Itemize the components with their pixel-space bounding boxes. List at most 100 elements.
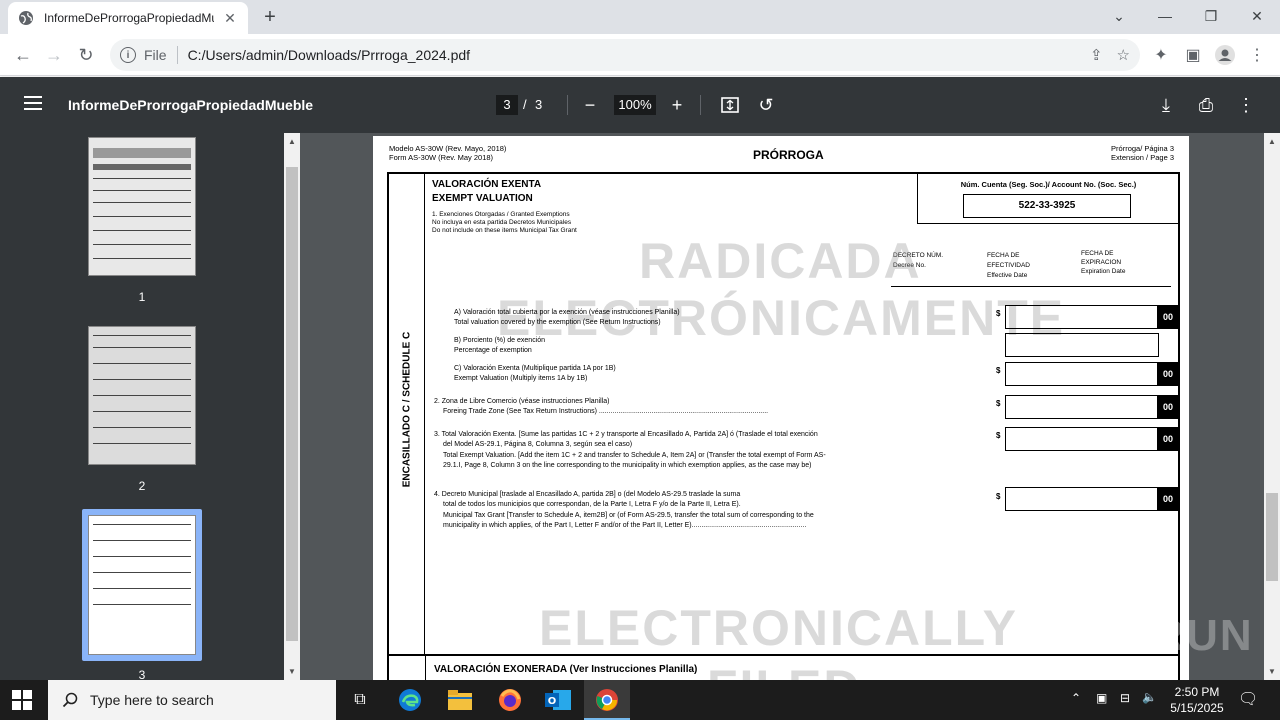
clock-time: 2:50 PM	[1174, 685, 1220, 699]
taskbar-clock[interactable]: 2:50 PM 5/15/2025	[1162, 684, 1232, 716]
page-thumbnail-3[interactable]	[88, 515, 196, 655]
tab-search-icon[interactable]: ⌄	[1096, 4, 1142, 28]
thumbnail-sidebar: 1 2 3	[0, 133, 284, 682]
account-box: Núm. Cuenta (Seg. Soc.)/ Account No. (So…	[917, 174, 1178, 224]
tab-close-icon[interactable]: ✕	[222, 10, 238, 27]
cents-4: 00	[1157, 487, 1179, 511]
page-label-en: Extension / Page 3	[1111, 153, 1174, 162]
cents-3: 00	[1157, 427, 1179, 451]
task-view-icon[interactable]: ⧉	[346, 686, 374, 714]
hamburger-menu-icon[interactable]	[24, 96, 42, 110]
sidebar-scrollbar[interactable]: ▲ ▼	[284, 133, 300, 680]
zoom-in-button[interactable]: +	[663, 91, 691, 119]
item-a-en: Total valuation covered by the exemption…	[454, 319, 661, 326]
col-eff-en: Effective Date	[987, 272, 1028, 279]
back-button[interactable]: ←	[12, 44, 34, 66]
item-b-en: Percentage of exemption	[454, 347, 532, 354]
share-icon[interactable]: ⇪	[1090, 46, 1103, 64]
url-divider	[176, 46, 178, 64]
item-a-es: A) Valoración total cubierta por la exen…	[454, 309, 680, 316]
zoom-out-button[interactable]: −	[576, 91, 604, 119]
item-3-line2: del Model AS-29.1, Página 8, Columna 3, …	[443, 441, 633, 448]
rotate-icon[interactable]: ↺	[752, 91, 780, 119]
section-note-2: No incluya en esta partida Decretos Muni…	[432, 219, 572, 226]
tab-title: InformeDeProrrogaPropiedadMueble	[44, 11, 214, 25]
file-explorer-icon[interactable]	[446, 686, 474, 714]
main-scrollbar[interactable]: ▲ ▼	[1264, 133, 1280, 680]
field-item-b[interactable]	[1005, 333, 1159, 357]
sidebar-scroll-thumb[interactable]	[286, 167, 298, 641]
svg-text:O: O	[548, 696, 557, 707]
field-item-2[interactable]	[1005, 395, 1179, 419]
pdf-viewer: 1 2 3 ▲ ▼ Modelo AS-30W (Rev. Mayo, 2018…	[0, 133, 1280, 696]
item-2-es: 2. Zona de Libre Comercio (véase instruc…	[434, 398, 610, 405]
search-placeholder: Type here to search	[90, 692, 214, 708]
address-bar[interactable]: i File C:/Users/admin/Downloads/Prrroga_…	[110, 39, 1140, 71]
windows-taskbar: Type here to search ⧉ O ⌃ ▣ ⊟ 🔈 2:50 PM …	[0, 680, 1280, 720]
reload-button[interactable]: ↻	[75, 44, 97, 66]
page-heading: PRÓRROGA	[753, 148, 824, 162]
info-icon[interactable]: i	[120, 47, 136, 63]
col-eff-es-1: FECHA DE	[987, 252, 1020, 259]
item-c-es: C) Valoración Exenta (Multiplique partid…	[454, 365, 616, 372]
tray-chevron-icon[interactable]: ⌃	[1071, 691, 1081, 705]
fit-page-icon[interactable]	[716, 91, 744, 119]
volume-icon[interactable]: 🔈	[1142, 690, 1157, 704]
edge-icon[interactable]	[396, 686, 424, 714]
search-icon	[62, 692, 78, 708]
zoom-input[interactable]: 100%	[614, 95, 656, 115]
watermark-electronicamente: ELECTRÓNICAMENTE	[497, 290, 1066, 346]
profile-avatar[interactable]	[1214, 44, 1236, 66]
forward-button[interactable]: →	[43, 44, 65, 66]
item-4-line3: Municipal Tax Grant [Transfer to Schedul…	[443, 512, 814, 519]
currency-4: $	[996, 492, 1001, 501]
browser-tab[interactable]: InformeDeProrrogaPropiedadMueble ✕	[8, 2, 248, 34]
firefox-icon[interactable]	[496, 686, 524, 714]
field-item-c[interactable]	[1005, 362, 1179, 386]
anyrun-watermark: ANY RUN	[1040, 611, 1254, 660]
more-actions-icon[interactable]: ⋮	[1232, 91, 1260, 119]
scroll-down-arrow-icon[interactable]: ▼	[284, 667, 300, 676]
kebab-menu-icon[interactable]: ⋮	[1246, 44, 1268, 66]
taskbar-search[interactable]: Type here to search	[48, 680, 336, 720]
side-panel-icon[interactable]: ▣	[1182, 44, 1204, 66]
new-tab-button[interactable]: +	[258, 6, 282, 29]
minimize-button[interactable]: —	[1142, 4, 1188, 28]
print-icon[interactable]: ⎙	[1192, 91, 1220, 119]
main-scroll-thumb[interactable]	[1266, 493, 1278, 581]
url-text[interactable]: C:/Users/admin/Downloads/Prrroga_2024.pd…	[188, 47, 470, 63]
maximize-button[interactable]: ❐	[1188, 4, 1234, 28]
item-b-es: B) Porciento (%) de exención	[454, 337, 546, 344]
cents-c: 00	[1157, 362, 1179, 386]
schedule-vertical-label: ENCASILLADO C / SCHEDULE C	[389, 174, 425, 654]
notifications-icon[interactable]: 🗨	[1238, 689, 1258, 709]
field-item-a[interactable]	[1005, 305, 1179, 329]
field-item-3[interactable]	[1005, 427, 1179, 451]
outlook-icon[interactable]: O	[544, 686, 572, 714]
tab-strip: InformeDeProrrogaPropiedadMueble ✕ + ⌄ —…	[0, 0, 1280, 34]
item-2-en: Foreing Trade Zone (See Tax Return Instr…	[443, 408, 769, 415]
item-3-line3: Total Exempt Valuation. [Add the item 1C…	[443, 452, 826, 459]
section-title-en: EXEMPT VALUATION	[432, 193, 533, 204]
field-item-4[interactable]	[1005, 487, 1179, 511]
currency-3: $	[996, 431, 1001, 440]
page-thumbnail-1[interactable]	[88, 137, 196, 276]
extensions-icon[interactable]: ✦	[1150, 44, 1172, 66]
browser-toolbar: ← → ↻ i File C:/Users/admin/Downloads/Pr…	[0, 34, 1280, 76]
tray-device-icon[interactable]: ▣	[1096, 691, 1107, 705]
main-scroll-up-arrow-icon[interactable]: ▲	[1264, 137, 1280, 146]
watermark-electronically: ELECTRONICALLY	[539, 600, 1018, 656]
download-icon[interactable]: ⤓	[1152, 91, 1180, 119]
page-thumbnail-2[interactable]	[88, 326, 196, 465]
page-label-es: Prórroga/ Página 3	[1111, 144, 1174, 153]
main-scroll-down-arrow-icon[interactable]: ▼	[1264, 667, 1280, 676]
next-section-title: VALORACIÓN EXONERADA (Ver Instrucciones …	[434, 664, 698, 675]
page-number-input[interactable]: 3	[496, 95, 518, 115]
close-window-button[interactable]: ✕	[1234, 4, 1280, 28]
bookmark-star-icon[interactable]: ☆	[1117, 46, 1130, 64]
scroll-up-arrow-icon[interactable]: ▲	[284, 137, 300, 146]
cents-a: 00	[1157, 305, 1179, 329]
windows-start-icon[interactable]	[12, 690, 32, 710]
chrome-icon[interactable]	[593, 686, 621, 714]
network-icon[interactable]: ⊟	[1120, 691, 1130, 705]
